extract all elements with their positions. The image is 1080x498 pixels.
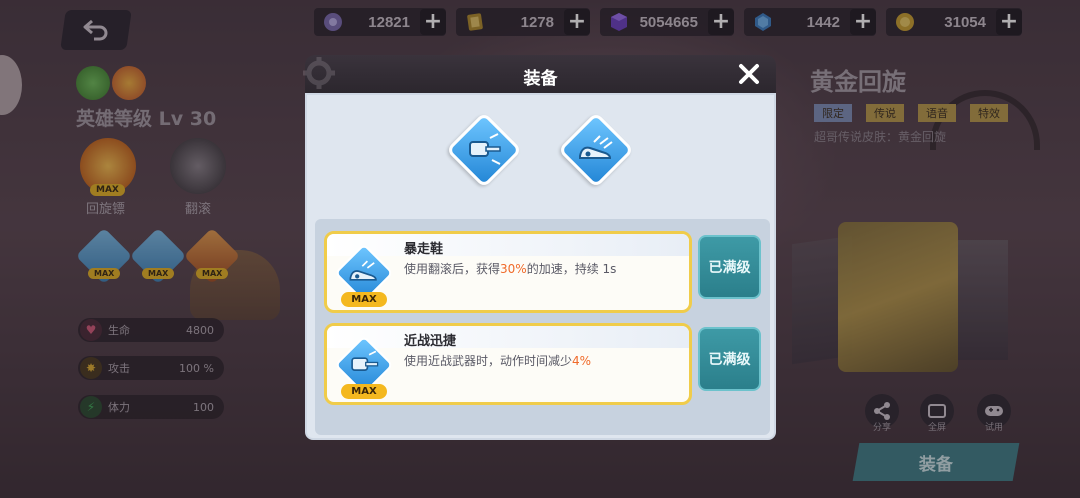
- item-highlight-value: 30%: [500, 262, 527, 276]
- modal-title: 装备: [523, 69, 558, 89]
- item-description: 使用近战武器时，动作时间减少4%: [404, 354, 592, 368]
- equipment-list: MAX 暴走鞋 使用翻滚后，获得30%的加速，持续 1s 已满级 MAX 近战迅…: [315, 219, 770, 435]
- item-description: 使用翻滚后，获得30%的加速，持续 1s: [404, 262, 617, 276]
- item-max-badge: MAX: [341, 292, 387, 307]
- maxed-button-boost-shoes[interactable]: 已满级: [698, 235, 761, 299]
- item-max-badge: MAX: [341, 384, 387, 399]
- item-highlight-value: 4%: [572, 354, 592, 368]
- list-item-boost-shoes[interactable]: MAX 暴走鞋 使用翻滚后，获得30%的加速，持续 1s: [324, 231, 692, 313]
- item-name: 近战迅捷: [404, 334, 457, 349]
- hammer-slot-icon[interactable]: [445, 111, 523, 189]
- equipment-modal: 装备 MAX 暴走鞋 使用翻滚后，获得30%的加速，持续 1s 已满级 MAX …: [303, 55, 776, 440]
- maxed-button-melee-swift[interactable]: 已满级: [698, 327, 761, 391]
- modal-header: 装备: [303, 55, 776, 95]
- list-item-melee-swift[interactable]: MAX 近战迅捷 使用近战武器时，动作时间减少4%: [324, 323, 692, 405]
- close-button[interactable]: [734, 59, 764, 89]
- item-name: 暴走鞋: [404, 242, 444, 257]
- modal-body: MAX 暴走鞋 使用翻滚后，获得30%的加速，持续 1s 已满级 MAX 近战迅…: [305, 93, 776, 440]
- close-icon: [739, 64, 759, 84]
- shoe-slot-icon[interactable]: [557, 111, 635, 189]
